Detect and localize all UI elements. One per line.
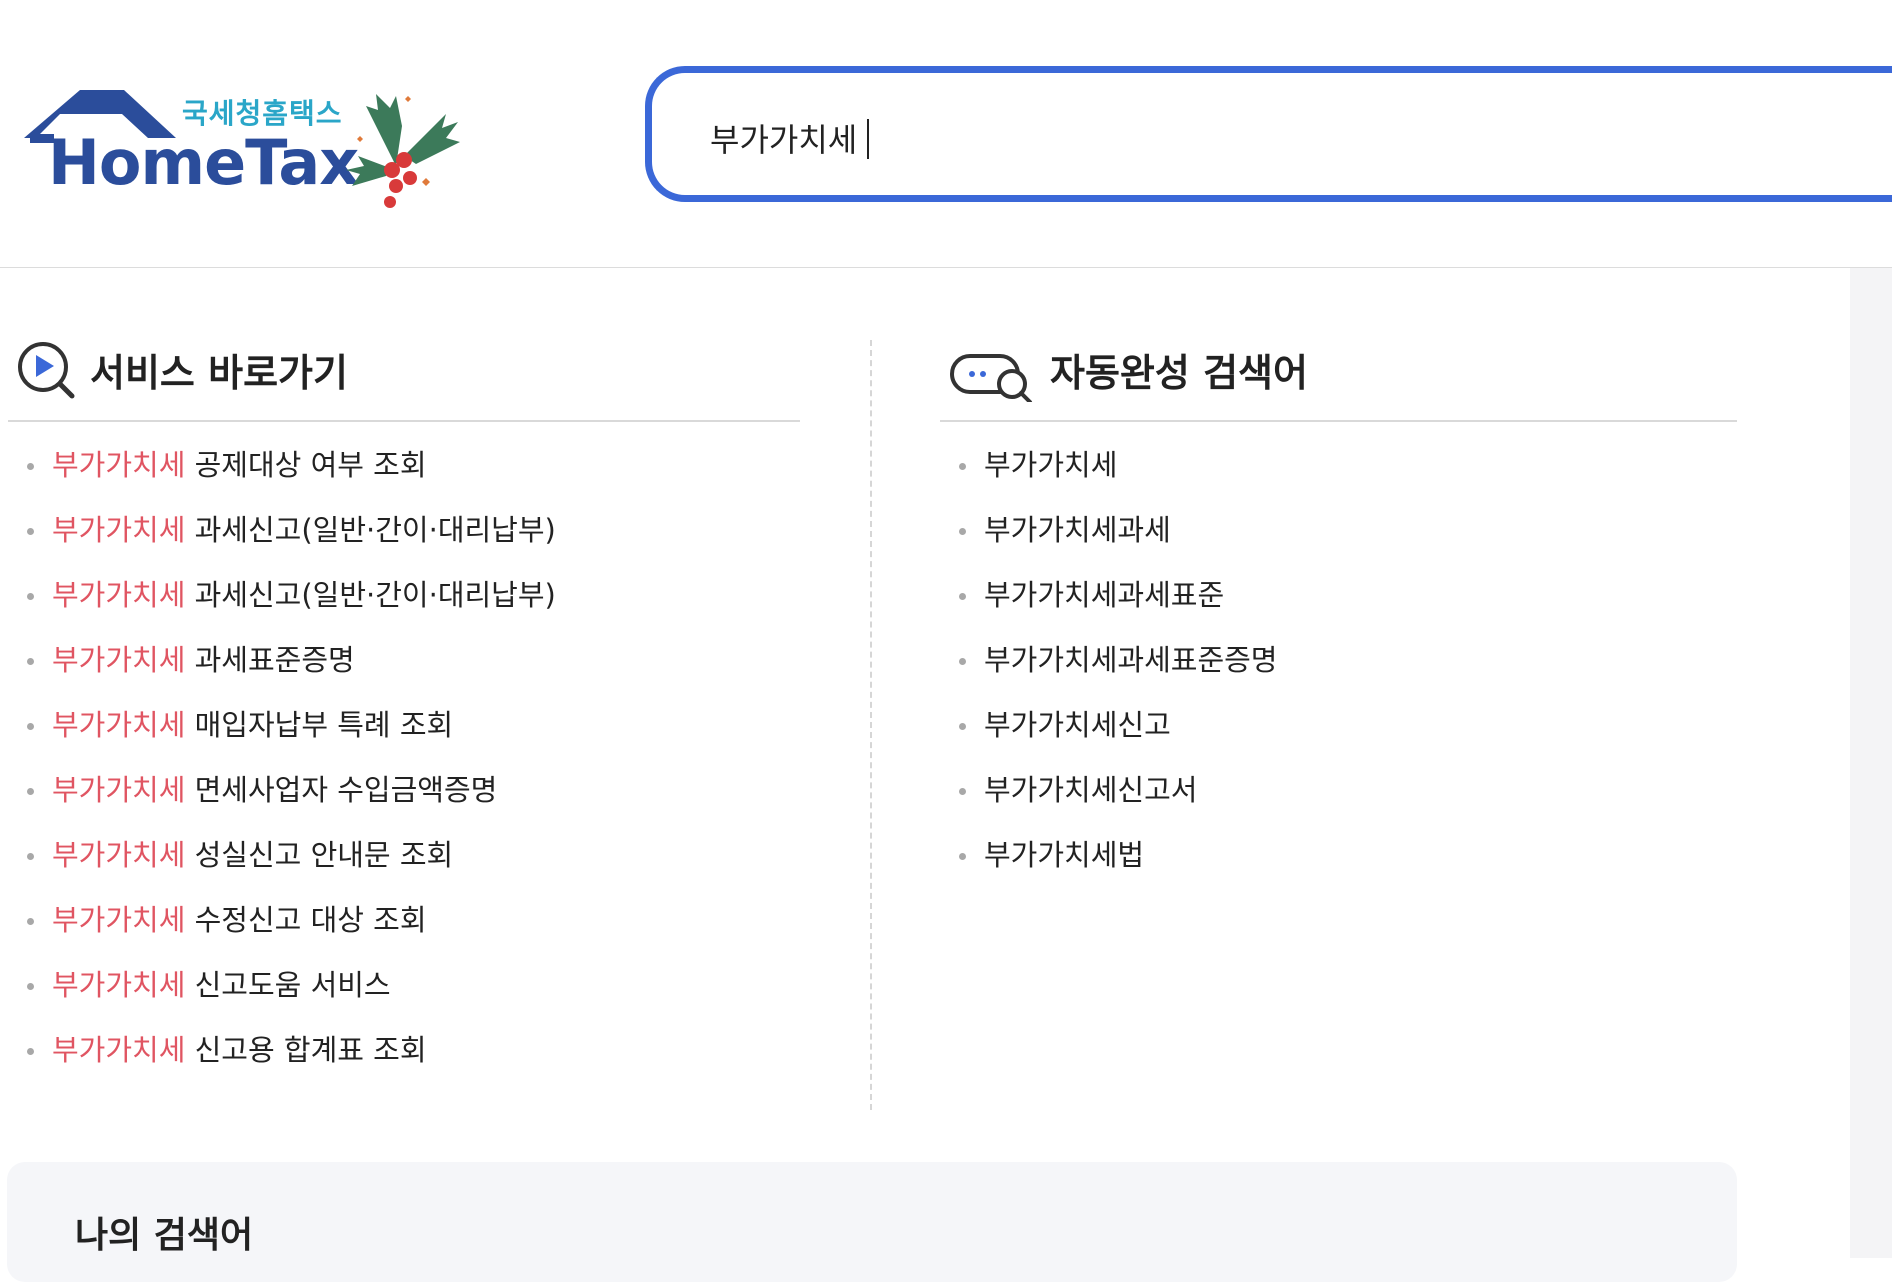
service-item-label: 성실신고 안내문 조회 bbox=[185, 838, 454, 872]
right-side-panel bbox=[1850, 268, 1892, 1258]
bullet bbox=[27, 593, 34, 600]
service-item[interactable]: 부가가치세 수정신고 대상 조회 bbox=[8, 888, 800, 953]
service-item-label: 과세신고(일반·간이·대리납부) bbox=[185, 513, 556, 547]
service-item-highlight: 부가가치세 bbox=[52, 968, 186, 1002]
service-item[interactable]: 부가가치세 면세사업자 수입금액증명 bbox=[8, 758, 800, 823]
autocomplete-item[interactable]: 부가가치세과세표준증명 bbox=[940, 628, 1737, 693]
autocomplete-list: 부가가치세 부가가치세과세 부가가치세과세표준 부가가치세과세표준증명 부가가치… bbox=[940, 433, 1737, 888]
play-search-icon bbox=[18, 342, 75, 399]
bullet bbox=[959, 528, 966, 535]
service-item-highlight: 부가가치세 bbox=[52, 1033, 186, 1067]
autocomplete-item[interactable]: 부가가치세과세 bbox=[940, 498, 1737, 563]
service-item-highlight: 부가가치세 bbox=[52, 838, 186, 872]
service-item-highlight: 부가가치세 bbox=[52, 578, 186, 612]
bullet bbox=[27, 983, 34, 990]
service-item[interactable]: 부가가치세 성실신고 안내문 조회 bbox=[8, 823, 800, 888]
service-item-label: 공제대상 여부 조회 bbox=[185, 448, 427, 482]
service-item-label: 수정신고 대상 조회 bbox=[185, 903, 427, 937]
service-item-label: 매입자납부 특례 조회 bbox=[185, 708, 454, 742]
bullet bbox=[27, 528, 34, 535]
bullet bbox=[959, 658, 966, 665]
service-item[interactable]: 부가가치세 과세신고(일반·간이·대리납부) bbox=[8, 498, 800, 563]
bullet bbox=[27, 918, 34, 925]
bullet bbox=[959, 463, 966, 470]
service-item-label: 과세표준증명 bbox=[185, 643, 355, 677]
service-shortcut-section: 서비스 바로가기 부가가치세 공제대상 여부 조회 부가가치세 과세신고(일반·… bbox=[8, 330, 800, 1083]
bullet bbox=[27, 723, 34, 730]
search-input[interactable] bbox=[708, 113, 1812, 163]
autocomplete-item-label: 부가가치세과세표준 bbox=[984, 578, 1225, 612]
autocomplete-item[interactable]: 부가가치세 bbox=[940, 433, 1737, 498]
service-item-label: 과세신고(일반·간이·대리납부) bbox=[185, 578, 556, 612]
section-divider bbox=[870, 340, 872, 1110]
bullet bbox=[27, 463, 34, 470]
service-item-highlight: 부가가치세 bbox=[52, 708, 186, 742]
service-item[interactable]: 부가가치세 매입자납부 특례 조회 bbox=[8, 693, 800, 758]
autocomplete-item-label: 부가가치세과세 bbox=[984, 513, 1171, 547]
holly-icon bbox=[346, 94, 460, 208]
service-item-label: 신고용 합계표 조회 bbox=[185, 1033, 427, 1067]
bullet bbox=[27, 1048, 34, 1055]
bullet bbox=[959, 853, 966, 860]
service-item-label: 신고도움 서비스 bbox=[185, 968, 391, 1002]
autocomplete-item[interactable]: 부가가치세법 bbox=[940, 823, 1737, 888]
search-box[interactable] bbox=[645, 66, 1892, 202]
bullet bbox=[959, 788, 966, 795]
bullet bbox=[27, 658, 34, 665]
service-item[interactable]: 부가가치세 공제대상 여부 조회 bbox=[8, 433, 800, 498]
autocomplete-item-label: 부가가치세신고서 bbox=[984, 773, 1198, 807]
autocomplete-item[interactable]: 부가가치세신고 bbox=[940, 693, 1737, 758]
bullet bbox=[27, 853, 34, 860]
logo-english-text: HomeTax bbox=[48, 126, 359, 199]
autocomplete-item-label: 부가가치세과세표준증명 bbox=[984, 643, 1278, 677]
autocomplete-header: 자동완성 검색어 bbox=[940, 330, 1737, 422]
bullet bbox=[959, 723, 966, 730]
service-item[interactable]: 부가가치세 과세표준증명 bbox=[8, 628, 800, 693]
service-list: 부가가치세 공제대상 여부 조회 부가가치세 과세신고(일반·간이·대리납부) … bbox=[8, 433, 800, 1083]
service-shortcut-header: 서비스 바로가기 bbox=[8, 330, 800, 422]
autocomplete-item-label: 부가가치세법 bbox=[984, 838, 1145, 872]
autocomplete-item[interactable]: 부가가치세과세표준 bbox=[940, 563, 1737, 628]
autocomplete-item[interactable]: 부가가치세신고서 bbox=[940, 758, 1737, 823]
autocomplete-section: 자동완성 검색어 부가가치세 부가가치세과세 부가가치세과세표준 부가가치세과세… bbox=[940, 330, 1737, 888]
service-item-highlight: 부가가치세 bbox=[52, 448, 186, 482]
text-caret bbox=[867, 119, 869, 159]
service-item-highlight: 부가가치세 bbox=[52, 773, 186, 807]
autocomplete-item-label: 부가가치세 bbox=[984, 448, 1118, 482]
service-item-label: 면세사업자 수입금액증명 bbox=[185, 773, 498, 807]
service-item[interactable]: 부가가치세 신고용 합계표 조회 bbox=[8, 1018, 800, 1083]
autocomplete-title: 자동완성 검색어 bbox=[1050, 351, 1308, 395]
autocomplete-item-label: 부가가치세신고 bbox=[984, 708, 1171, 742]
service-shortcut-title: 서비스 바로가기 bbox=[90, 351, 348, 395]
bullet bbox=[959, 593, 966, 600]
my-search-section: 나의 검색어 bbox=[7, 1162, 1737, 1282]
chat-search-icon bbox=[950, 354, 1032, 402]
service-item[interactable]: 부가가치세 신고도움 서비스 bbox=[8, 953, 800, 1018]
service-item-highlight: 부가가치세 bbox=[52, 513, 186, 547]
service-item-highlight: 부가가치세 bbox=[52, 643, 186, 677]
my-search-title: 나의 검색어 bbox=[75, 1215, 254, 1256]
hometax-logo[interactable]: 국세청홈택스 HomeTax bbox=[24, 86, 464, 211]
header: 국세청홈택스 HomeTax bbox=[0, 0, 1892, 268]
bullet bbox=[27, 788, 34, 795]
service-item[interactable]: 부가가치세 과세신고(일반·간이·대리납부) bbox=[8, 563, 800, 628]
service-item-highlight: 부가가치세 bbox=[52, 903, 186, 937]
